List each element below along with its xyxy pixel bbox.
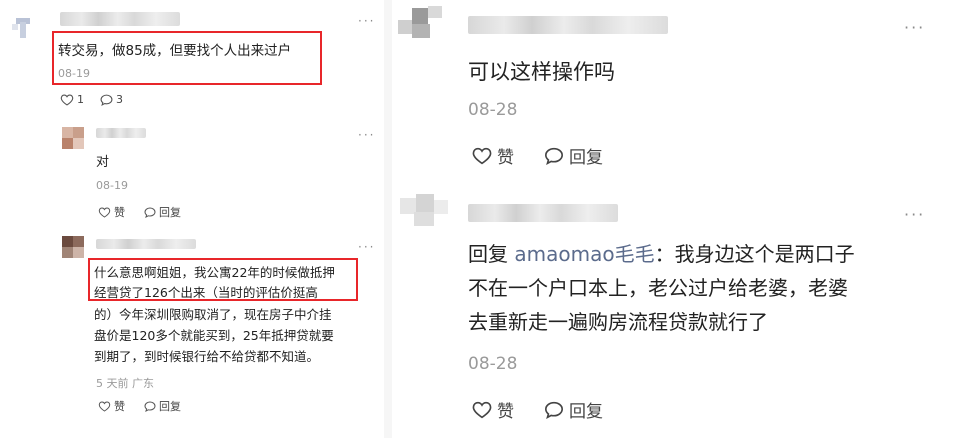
reply-label: 回复 — [569, 402, 603, 422]
more-options-button[interactable]: ··· — [904, 18, 925, 37]
reply-text-line: 盘价是120多个就能买到，25年抵押贷就要 — [94, 328, 334, 343]
username-blurred[interactable] — [60, 12, 180, 26]
reply-text-line: 到期了，到时候银行给不给贷都不知道。 — [94, 349, 320, 364]
comment-date: 08-28 — [468, 100, 518, 120]
username-blurred[interactable] — [96, 128, 146, 138]
comment-text: 转交易，做85成，但要找个人出来过户 — [58, 43, 292, 59]
comment-text-line: 回复 amaomao毛毛：我身边这个是两口子 — [468, 238, 855, 267]
reply-text-line: 的）今年深圳限购取消了，现在房子中介挂 — [94, 307, 332, 322]
reply-text-line: 什么意思啊姐姐，我公寓22年的时候做抵押 — [94, 265, 335, 280]
right-comment-panel: ··· 可以这样操作吗 08-28 赞 回复 ··· 回复 amaomao毛毛：… — [392, 0, 960, 438]
comment-bubble-icon — [100, 94, 113, 106]
user-mention-link[interactable]: amaomao毛毛 — [514, 242, 654, 266]
heart-icon — [472, 401, 492, 418]
comment-text-segment: ：我身边这个是两口子 — [654, 242, 855, 266]
reply-prefix: 回复 — [468, 242, 508, 266]
like-button[interactable]: 赞 — [98, 204, 125, 220]
avatar[interactable] — [10, 12, 40, 40]
reply-label: 回复 — [569, 148, 603, 168]
like-button[interactable]: 1 — [60, 93, 84, 106]
comment-date: 08-19 — [58, 67, 90, 80]
panel-divider — [384, 0, 392, 438]
more-options-button[interactable]: ··· — [358, 128, 375, 142]
heart-icon — [472, 147, 492, 164]
reply-text: 对 — [96, 155, 110, 170]
like-label: 赞 — [114, 400, 125, 413]
reply-button[interactable]: 回复 — [144, 204, 181, 220]
username-blurred[interactable] — [468, 16, 668, 34]
left-comment-panel: ··· 转交易，做85成，但要找个人出来过户 08-19 1 3 ··· 对 0… — [0, 0, 384, 438]
avatar[interactable] — [62, 127, 84, 149]
reply-date: 08-19 — [96, 179, 128, 192]
like-button[interactable]: 赞 — [472, 143, 514, 168]
like-button[interactable]: 赞 — [472, 397, 514, 422]
reply-button[interactable]: 回复 — [544, 397, 603, 422]
reply-button[interactable]: 3 — [100, 93, 123, 106]
more-options-button[interactable]: ··· — [358, 14, 375, 28]
comment-bubble-icon — [544, 401, 564, 419]
reply-meta: 5 天前 广东 — [96, 377, 154, 390]
like-label: 赞 — [497, 402, 514, 422]
heart-icon — [98, 206, 111, 218]
like-button[interactable]: 赞 — [98, 398, 125, 414]
reply-label: 回复 — [159, 400, 181, 413]
more-options-button[interactable]: ··· — [904, 205, 925, 224]
more-options-button[interactable]: ··· — [358, 240, 375, 254]
comment-text: 可以这样操作吗 — [468, 60, 615, 84]
like-label: 赞 — [114, 206, 125, 219]
comment-date: 08-28 — [468, 354, 518, 374]
reply-button[interactable]: 回复 — [144, 398, 181, 414]
reply-button[interactable]: 回复 — [544, 143, 603, 168]
avatar[interactable] — [398, 2, 444, 44]
username-blurred[interactable] — [468, 204, 618, 222]
reply-label: 回复 — [159, 206, 181, 219]
reply-text-line: 经营贷了126个出来（当时的评估价挺高 — [94, 285, 318, 300]
comment-bubble-icon — [144, 400, 156, 412]
avatar[interactable] — [400, 192, 450, 230]
avatar[interactable] — [62, 236, 84, 258]
like-label: 赞 — [497, 148, 514, 168]
comment-text-line: 不在一个户口本上，老公过户给老婆，老婆 — [468, 276, 848, 300]
heart-icon — [60, 94, 74, 106]
reply-count: 3 — [116, 93, 123, 106]
comment-bubble-icon — [144, 206, 156, 218]
heart-icon — [98, 400, 111, 412]
comment-bubble-icon — [544, 147, 564, 165]
like-count: 1 — [77, 93, 84, 106]
comment-text-line: 去重新走一遍购房流程贷款就行了 — [468, 310, 768, 334]
username-blurred[interactable] — [96, 239, 196, 249]
